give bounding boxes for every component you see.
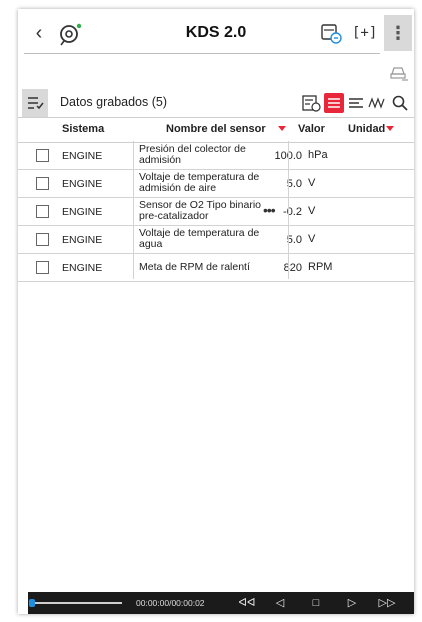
graph-view-icon[interactable] <box>367 93 387 113</box>
rewind-icon[interactable]: ᐊᐊ <box>238 595 256 611</box>
column-header-nombre-label: Nombre del sensor <box>166 123 266 135</box>
table-row[interactable]: ENGINE Meta de RPM de ralentí 820 RPM <box>18 254 414 282</box>
column-divider <box>133 141 134 279</box>
car-icon[interactable] <box>389 63 409 83</box>
row-checkbox[interactable] <box>36 177 49 190</box>
fullscreen-icon[interactable]: [+] <box>352 22 377 44</box>
system-cell: ENGINE <box>62 234 103 246</box>
fast-forward-icon[interactable]: ▷▷ <box>378 595 396 611</box>
playback-progress-thumb[interactable] <box>29 599 35 607</box>
unit-cell: V <box>308 205 316 217</box>
column-divider <box>288 141 289 279</box>
sensor-name-cell: Voltaje de temperatura de admisión de ai… <box>139 171 260 194</box>
table-row[interactable]: ENGINE Presión del colector de admisión … <box>18 142 414 170</box>
unit-cell: V <box>308 233 316 245</box>
playback-bar: 00:00:00/00:00:02 ᐊᐊ ◁ □ ▷ ▷▷ <box>28 592 414 614</box>
recorded-data-label: Datos grabados (5) <box>60 95 168 109</box>
table-row[interactable]: ENGINE Sensor de O2 Tipo binario pre-cat… <box>18 198 414 226</box>
row-checkbox[interactable] <box>36 233 49 246</box>
row-checkbox[interactable] <box>36 149 49 162</box>
text-align-icon[interactable] <box>346 93 366 113</box>
column-header-unidad[interactable]: Unidad <box>348 123 395 135</box>
table-row[interactable]: ENGINE Voltaje de temperatura de admisió… <box>18 170 414 198</box>
sensor-name-cell: Voltaje de temperatura de agua <box>139 227 260 250</box>
column-header-sistema[interactable]: Sistema <box>62 123 104 135</box>
vehicle-connection-icon[interactable] <box>319 22 343 44</box>
stop-icon[interactable]: □ <box>307 595 325 611</box>
playback-progress-track[interactable] <box>32 602 122 604</box>
system-cell: ENGINE <box>62 150 103 162</box>
unit-cell: V <box>308 177 316 189</box>
column-header-valor[interactable]: Valor <box>298 123 325 135</box>
row-checkbox[interactable] <box>36 261 49 274</box>
value-cell: -0.2 <box>283 206 302 218</box>
header-divider <box>24 53 380 54</box>
select-list-icon[interactable] <box>22 89 48 117</box>
row-checkbox[interactable] <box>36 205 49 218</box>
sensor-name-cell: Presión del colector de admisión <box>139 143 246 166</box>
value-cell: 820 <box>283 262 302 274</box>
app-window: ‹ KDS 2.0 [+] ⋮ Datos grabados (5) Siste… <box>18 9 414 614</box>
top-bar: ‹ KDS 2.0 [+] ⋮ <box>18 9 414 81</box>
list-view-icon[interactable] <box>324 93 344 113</box>
sensor-name-cell: Sensor de O2 Tipo binario pre-catalizado… <box>139 199 261 222</box>
more-options-icon[interactable]: ••• <box>263 202 276 218</box>
playback-time: 00:00:00/00:00:02 <box>136 598 205 608</box>
previous-icon[interactable]: ◁ <box>271 595 289 611</box>
system-cell: ENGINE <box>62 262 103 274</box>
sort-down-icon <box>277 125 286 131</box>
recorded-data-toolbar: Datos grabados (5) <box>22 89 414 117</box>
sensor-name-cell: Meta de RPM de ralentí <box>139 261 250 273</box>
unit-cell: RPM <box>308 261 333 273</box>
next-icon[interactable]: ▷ <box>343 595 361 611</box>
system-cell: ENGINE <box>62 206 103 218</box>
unit-cell: hPa <box>308 149 328 161</box>
column-header-nombre[interactable]: Nombre del sensor <box>166 123 286 135</box>
info-list-icon[interactable] <box>301 93 321 113</box>
table-row[interactable]: ENGINE Voltaje de temperatura de agua 5.… <box>18 226 414 254</box>
system-cell: ENGINE <box>62 178 103 190</box>
more-menu-button[interactable]: ⋮ <box>384 15 412 51</box>
column-header-unidad-label: Unidad <box>348 123 386 135</box>
table-header: Sistema Nombre del sensor Valor Unidad <box>18 117 414 143</box>
search-icon[interactable] <box>390 93 410 113</box>
sort-down-icon <box>386 125 395 131</box>
